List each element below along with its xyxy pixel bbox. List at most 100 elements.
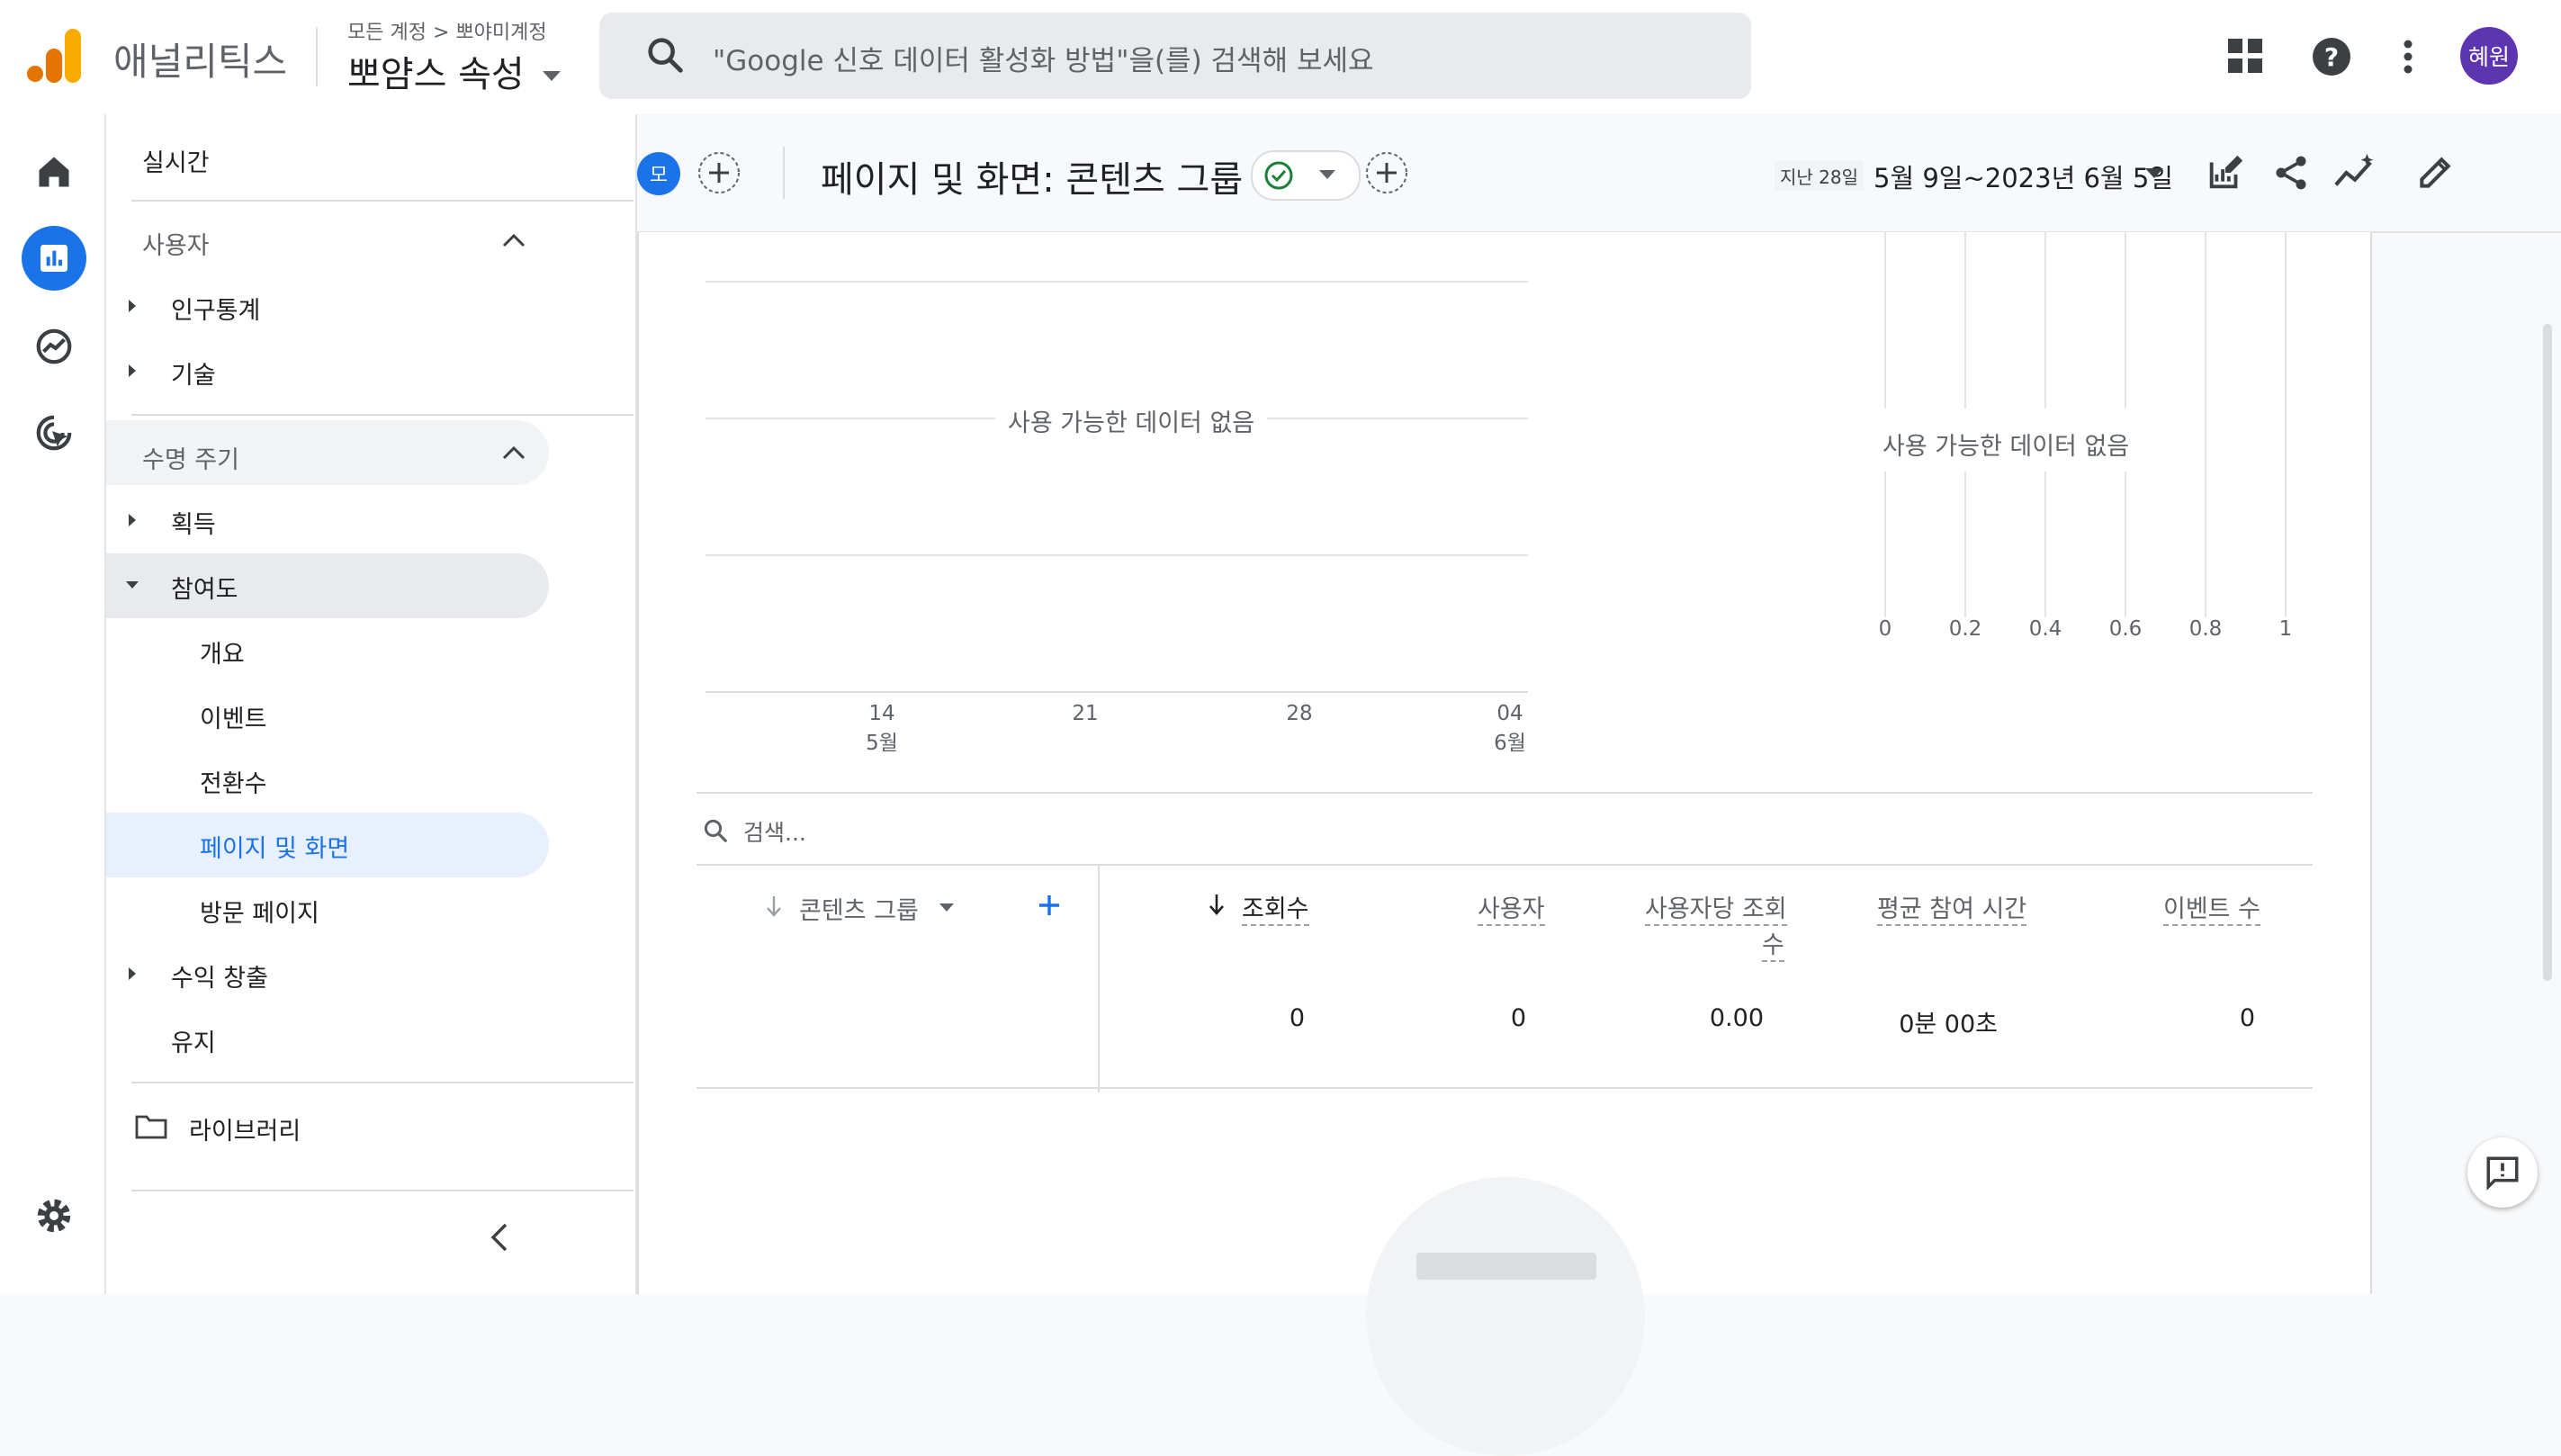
column-views[interactable]: 조회수 <box>1242 889 1309 926</box>
dimension-header[interactable]: 콘텐츠 그룹 <box>799 891 919 926</box>
comparison-chip[interactable]: 모 <box>637 152 680 195</box>
line-chart-x-tick: 14 5월 <box>866 702 898 755</box>
share-icon[interactable] <box>2271 152 2311 193</box>
advertising-icon[interactable] <box>22 400 86 465</box>
bar-chart-gridline <box>1964 232 1966 409</box>
breadcrumb-all-accounts[interactable]: 모든 계정 <box>347 22 427 44</box>
table-search-input[interactable]: 검색... <box>743 815 806 848</box>
check-circle-icon <box>1263 160 1294 191</box>
arrow-down-icon[interactable] <box>765 894 783 918</box>
nav-retention[interactable]: 유지 <box>171 1023 216 1058</box>
total-views-per-user: 0.00 <box>1709 1004 1764 1032</box>
property-selector[interactable]: 뽀얌스 속성 <box>347 45 562 97</box>
svg-text:?: ? <box>2324 42 2339 72</box>
column-avg-engagement-time[interactable]: 평균 참여 시간 <box>1877 889 2027 926</box>
report-status-chip[interactable] <box>1251 150 1361 201</box>
scrollbar[interactable] <box>2543 324 2552 981</box>
folder-icon[interactable] <box>135 1113 167 1140</box>
page-title: 페이지 및 화면: 콘텐츠 그룹 <box>821 159 1244 201</box>
nav-engagement-events[interactable]: 이벤트 <box>200 699 267 734</box>
line-chart-empty-message: 사용 가능한 데이터 없음 <box>995 403 1268 438</box>
bar-chart-gridline <box>2205 232 2206 617</box>
account-breadcrumb[interactable]: 모든 계정 > 뽀야미계정 <box>347 16 547 45</box>
nav-landing-page[interactable]: 방문 페이지 <box>200 894 319 929</box>
more-vert-icon[interactable] <box>2397 30 2419 84</box>
home-icon[interactable] <box>22 139 86 204</box>
chevron-up-icon[interactable] <box>500 444 527 462</box>
bar-chart-x-tick: 0.6 <box>2108 617 2143 641</box>
nav-engagement-conversions[interactable]: 전환수 <box>200 764 267 799</box>
report-toolbar: 모 페이지 및 화면: 콘텐츠 그룹 지난 28일 5월 9일~2023년 6월… <box>637 114 2561 233</box>
nav-section-lifecycle-label: 수명 주기 <box>142 446 239 474</box>
column-views-per-user[interactable]: 사용자당 조회 <box>1645 889 1787 926</box>
explore-icon[interactable] <box>22 314 86 379</box>
caret-right-icon[interactable] <box>128 514 137 526</box>
nav-realtime[interactable]: 실시간 <box>142 143 210 178</box>
search-icon <box>702 817 729 844</box>
toolbar-divider <box>783 147 785 199</box>
chevron-down-icon[interactable] <box>2145 168 2163 179</box>
line-chart-gridline <box>705 281 1528 283</box>
nav-acquisition[interactable]: 획득 <box>171 505 216 540</box>
caret-right-icon[interactable] <box>128 364 137 377</box>
bar-chart-gridline <box>1884 232 1886 409</box>
sort-arrow-down-icon[interactable] <box>1208 893 1226 916</box>
date-range-prefix: 지난 28일 <box>1775 161 1865 191</box>
nav-pages-and-screens-label: 페이지 및 화면 <box>200 835 350 863</box>
nav-section-user[interactable]: 사용자 <box>142 226 210 261</box>
bar-chart-gridline <box>2044 232 2046 409</box>
loading-placeholder <box>1366 1177 1645 1456</box>
line-chart-x-axis <box>705 691 1528 693</box>
settings-icon[interactable] <box>22 1183 86 1248</box>
apps-grid-icon[interactable] <box>2226 30 2264 84</box>
collapse-nav-icon[interactable] <box>488 1221 511 1254</box>
bar-chart-x-tick: 0.8 <box>2188 617 2223 641</box>
total-users: 0 <box>1510 1004 1526 1032</box>
bar-chart-gridline <box>1964 472 1966 617</box>
total-event-count: 0 <box>2239 1004 2255 1032</box>
bar-chart-gridline <box>2285 232 2287 617</box>
caret-right-icon[interactable] <box>128 967 137 980</box>
bar-chart-x-tick: 1 <box>2278 617 2293 641</box>
date-range-value[interactable]: 5월 9일~2023년 6월 5일 <box>1874 157 2173 195</box>
nav-divider <box>131 1082 634 1083</box>
property-name: 뽀얌스 속성 <box>347 54 525 95</box>
bar-chart-x-tick: 0 <box>1878 617 1892 641</box>
bar-chart-x-tick: 0.2 <box>1948 617 1982 641</box>
chevron-up-icon[interactable] <box>500 231 527 249</box>
line-chart-gridline <box>705 554 1528 556</box>
help-icon[interactable]: ? <box>2309 30 2354 84</box>
breadcrumb-account[interactable]: 뽀야미계정 <box>455 22 546 44</box>
column-users[interactable]: 사용자 <box>1478 889 1545 926</box>
add-filter-icon[interactable] <box>1364 150 1409 195</box>
caret-right-icon[interactable] <box>128 300 137 312</box>
search-bar[interactable]: "Google 신호 데이터 활성화 방법"을(를) 검색해 보세요 <box>599 13 1751 99</box>
column-event-count[interactable]: 이벤트 수 <box>2163 889 2260 926</box>
feedback-button[interactable] <box>2467 1137 2538 1208</box>
bar-chart-gridline <box>2125 232 2126 409</box>
bar-chart-x-tick: 0.4 <box>2028 617 2062 641</box>
caret-down-icon[interactable] <box>126 580 139 589</box>
nav-library[interactable]: 라이브러리 <box>189 1111 301 1146</box>
nav-engagement-overview[interactable]: 개요 <box>200 634 245 670</box>
loading-placeholder-bar <box>1416 1253 1596 1280</box>
nav-monetization[interactable]: 수익 창출 <box>171 958 268 993</box>
add-comparison-icon[interactable] <box>696 150 741 195</box>
bar-chart-gridline <box>2044 472 2046 617</box>
bar-chart-gridline <box>2125 472 2126 617</box>
edit-icon[interactable] <box>2415 152 2455 193</box>
add-dimension-icon[interactable] <box>1037 893 1062 918</box>
breadcrumb-separator: > <box>432 22 450 44</box>
feedback-icon <box>2484 1154 2521 1191</box>
search-icon <box>644 34 686 76</box>
analytics-logo[interactable] <box>27 27 83 83</box>
nav-tech[interactable]: 기술 <box>171 355 216 391</box>
customize-report-icon[interactable] <box>2205 152 2246 193</box>
chevron-down-icon[interactable] <box>939 903 954 912</box>
search-input[interactable]: "Google 신호 데이터 활성화 방법"을(를) 검색해 보세요 <box>713 38 1374 78</box>
nav-demographics[interactable]: 인구통계 <box>171 291 260 326</box>
nav-engagement-label: 참여도 <box>171 576 238 604</box>
avatar[interactable]: 혜원 <box>2460 27 2518 85</box>
reports-icon[interactable] <box>22 226 86 291</box>
insights-icon[interactable] <box>2332 152 2377 193</box>
